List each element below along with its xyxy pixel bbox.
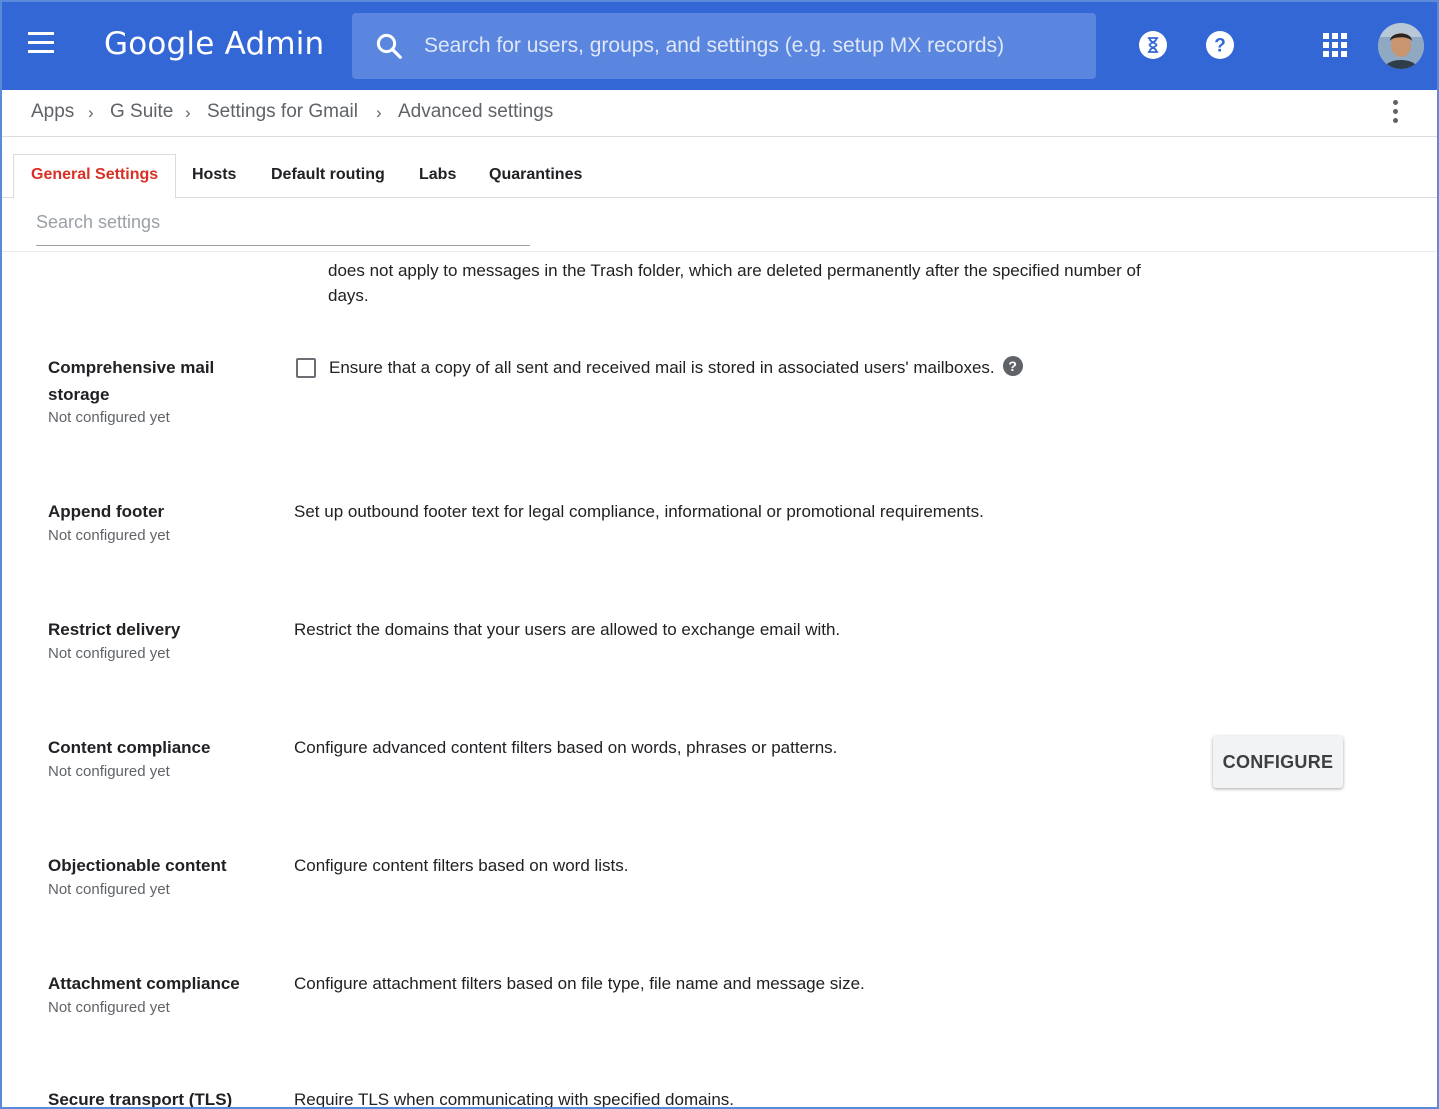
settings-content: does not apply to messages in the Trash … <box>2 252 1437 1107</box>
avatar[interactable] <box>1378 23 1424 69</box>
top-app-bar: Google Admin ? <box>2 2 1437 90</box>
setting-title[interactable]: Objectionable content <box>48 852 268 879</box>
setting-title[interactable]: Secure transport (TLS) <box>48 1086 268 1107</box>
settings-search-input[interactable] <box>36 202 530 242</box>
breadcrumb: Apps › G Suite › Settings for Gmail › Ad… <box>2 90 1437 137</box>
chevron-right-icon: › <box>88 103 94 122</box>
breadcrumb-advanced-settings: Advanced settings <box>398 101 554 122</box>
setting-title[interactable]: Restrict delivery <box>48 616 268 643</box>
avatar-image <box>1378 23 1424 69</box>
chevron-right-icon: › <box>376 103 382 122</box>
breadcrumb-gsuite[interactable]: G Suite <box>110 101 173 123</box>
setting-status: Not configured yet <box>48 763 170 780</box>
admin-window: Google Admin ? <box>0 0 1439 1109</box>
global-search-box[interactable] <box>352 13 1096 79</box>
setting-title-line1: Comprehensive mail <box>48 358 215 377</box>
search-icon[interactable] <box>374 31 404 61</box>
tab-labs[interactable]: Labs <box>419 155 456 198</box>
partial-description: does not apply to messages in the Trash … <box>328 258 1228 308</box>
svg-text:?: ? <box>1214 36 1226 57</box>
menu-icon[interactable] <box>28 32 56 60</box>
tab-default-routing[interactable]: Default routing <box>271 155 385 198</box>
global-search-input[interactable] <box>424 13 1024 79</box>
tab-general-settings[interactable]: General Settings <box>13 154 177 199</box>
setting-title[interactable]: Attachment compliance <box>48 970 268 997</box>
setting-title-line2: storage <box>48 385 110 404</box>
settings-search <box>36 202 530 246</box>
breadcrumb-apps[interactable]: Apps <box>31 101 74 123</box>
help-icon[interactable]: ? <box>1205 30 1235 60</box>
hourglass-icon[interactable] <box>1138 30 1168 60</box>
setting-description: Require TLS when communicating with spec… <box>294 1090 735 1107</box>
setting-title[interactable]: Content compliance <box>48 734 268 761</box>
setting-status: Not configured yet <box>48 645 170 662</box>
help-icon[interactable]: ? <box>1002 356 1023 376</box>
setting-description: Ensure that a copy of all sent and recei… <box>329 354 1023 381</box>
setting-title[interactable]: Append footer <box>48 498 268 525</box>
settings-tabs: General Settings Hosts Default routing L… <box>2 137 1437 199</box>
setting-description: Configure advanced content filters based… <box>294 738 838 757</box>
setting-description-text: Ensure that a copy of all sent and recei… <box>329 358 995 377</box>
setting-status: Not configured yet <box>48 527 170 544</box>
apps-grid-icon[interactable] <box>1320 30 1350 60</box>
partial-description-line1: does not apply to messages in the Trash … <box>328 261 1141 280</box>
setting-title[interactable]: Comprehensive mail storage <box>48 354 268 408</box>
setting-description: Configure content filters based on word … <box>294 856 629 875</box>
setting-status: Not configured yet <box>48 409 170 426</box>
setting-description: Set up outbound footer text for legal co… <box>294 502 984 521</box>
tab-hosts[interactable]: Hosts <box>192 155 236 198</box>
brand-admin: Admin <box>224 26 325 62</box>
setting-status: Not configured yet <box>48 999 170 1016</box>
more-vert-icon[interactable] <box>1390 100 1400 128</box>
brand-logo[interactable]: Google Admin <box>104 26 324 62</box>
brand-google: Google <box>104 26 215 62</box>
setting-description: Configure attachment filters based on fi… <box>294 974 865 993</box>
tab-quarantines[interactable]: Quarantines <box>489 155 582 198</box>
chevron-right-icon: › <box>185 103 191 122</box>
partial-description-line2: days. <box>328 286 369 305</box>
comprehensive-storage-checkbox[interactable] <box>296 358 316 378</box>
setting-description: Restrict the domains that your users are… <box>294 620 841 639</box>
breadcrumb-settings-for-gmail[interactable]: Settings for Gmail <box>207 101 358 123</box>
configure-button[interactable]: CONFIGURE <box>1213 736 1343 788</box>
setting-status: Not configured yet <box>48 881 170 898</box>
